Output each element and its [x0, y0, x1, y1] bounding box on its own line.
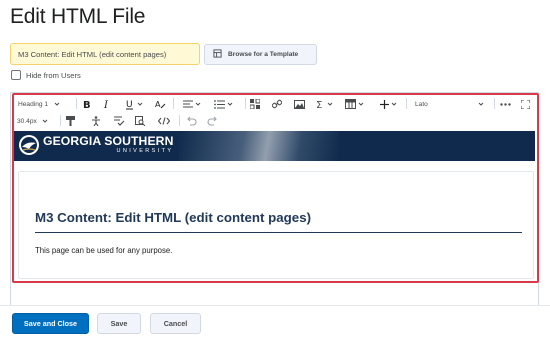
hide-from-users-label: Hide from Users — [26, 70, 81, 80]
cancel-button[interactable]: Cancel — [150, 313, 201, 334]
footer-divider — [0, 305, 550, 306]
save-and-close-button[interactable]: Save and Close — [12, 313, 89, 334]
hide-from-users-checkbox[interactable] — [11, 70, 21, 80]
hide-from-users-row[interactable]: Hide from Users — [11, 70, 81, 80]
editor-highlight-frame — [12, 93, 539, 283]
browse-template-button[interactable]: Browse for a Template — [204, 44, 317, 65]
page-title: Edit HTML File — [10, 5, 146, 28]
browse-template-label: Browse for a Template — [228, 51, 299, 58]
template-icon — [213, 49, 222, 60]
title-input[interactable]: M3 Content: Edit HTML (edit content page… — [10, 43, 200, 65]
save-button[interactable]: Save — [97, 313, 141, 334]
